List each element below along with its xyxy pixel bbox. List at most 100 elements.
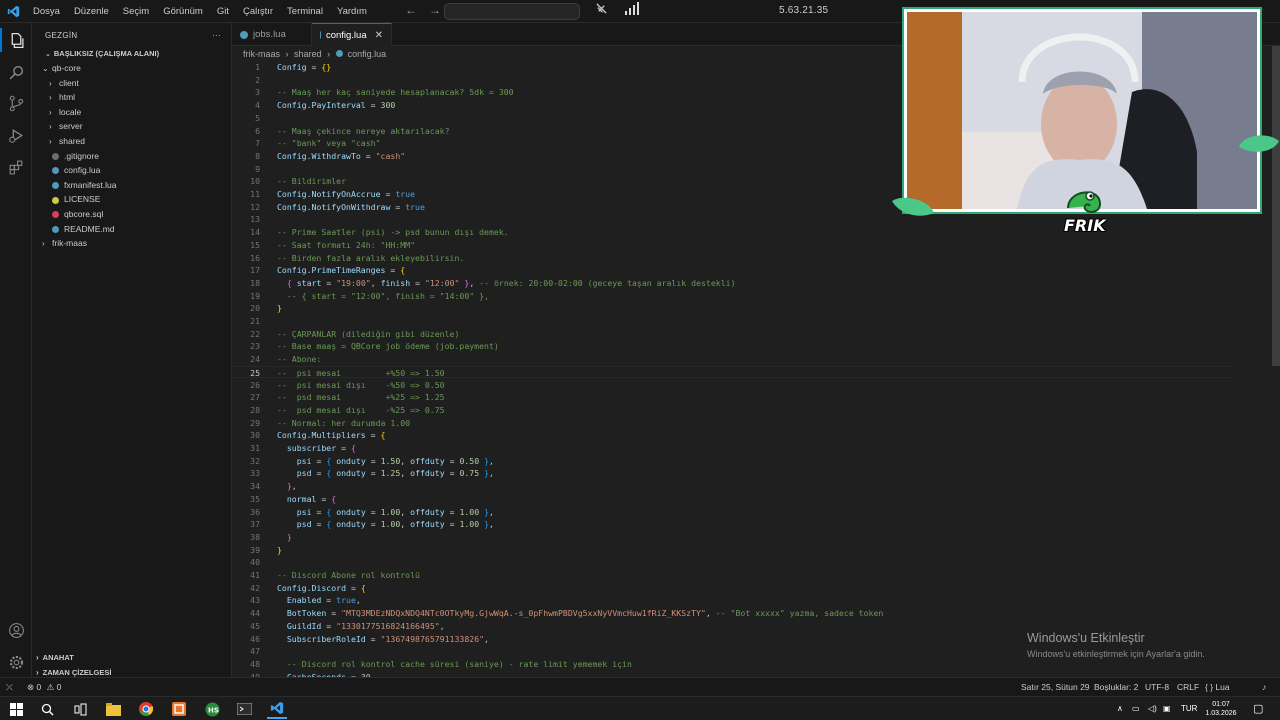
code-line: 26 -- psi mesai dışı -%50 => 0.50 — [232, 379, 1232, 392]
line-number: 6 — [255, 125, 260, 136]
code-line: 39} — [232, 544, 1232, 557]
code-line: 30 Config.Multipliers = { — [232, 429, 1232, 442]
tree-item[interactable]: README.md — [32, 222, 232, 237]
line-number: 26 — [250, 379, 260, 390]
file-md-icon — [52, 225, 59, 233]
tree-item[interactable]: › locale — [32, 105, 232, 120]
code-line: 18 { start = "19:00", finish = "12:00" }… — [232, 277, 1232, 290]
input-language[interactable]: TUR — [1181, 697, 1197, 720]
crossed-tool-icon[interactable] — [595, 2, 608, 18]
signal-bars-icon[interactable] — [624, 2, 639, 18]
account-icon[interactable] — [6, 620, 26, 640]
chevron-down-icon: ⌄ — [42, 64, 49, 73]
search-icon[interactable] — [6, 62, 26, 82]
chrome-icon[interactable] — [136, 699, 156, 719]
line-number: 42 — [250, 582, 260, 593]
back-arrow-icon[interactable]: ← — [405, 3, 417, 17]
extensions-icon[interactable] — [6, 157, 26, 177]
network-icon[interactable]: ▭ — [1132, 697, 1140, 720]
tray-chevron-icon[interactable]: ∧ — [1117, 697, 1123, 720]
active-indicator — [0, 28, 2, 52]
line-number: 36 — [250, 506, 260, 517]
tray-app-icon[interactable]: ▣ — [1163, 697, 1171, 720]
menu-item[interactable]: Git — [210, 0, 236, 23]
terminal-icon[interactable] — [234, 699, 254, 719]
volume-icon[interactable]: ◁) — [1148, 697, 1157, 720]
menu-item[interactable]: Görünüm — [156, 0, 210, 23]
tree-item[interactable]: › html — [32, 90, 232, 105]
lua-file-icon — [320, 31, 321, 39]
tab-config-lua[interactable]: config.lua ✕ — [312, 23, 392, 46]
indentation[interactable]: Boşluklar: 2 — [1094, 678, 1138, 696]
line-source: -- Bildirimler — [277, 176, 347, 187]
vertical-scrollbar[interactable] — [1272, 46, 1280, 366]
task-view-icon[interactable] — [70, 699, 90, 719]
menu-item[interactable]: Terminal — [280, 0, 330, 23]
language-mode[interactable]: { } Lua — [1205, 678, 1230, 696]
line-ending[interactable]: CRLF — [1177, 678, 1199, 696]
line-source: psi = { onduty = 1.00, offduty = 1.00 }, — [296, 506, 494, 517]
breadcrumb-file[interactable]: config.lua — [348, 49, 387, 59]
line-source: psi = { onduty = 1.50, offduty = 0.50 }, — [296, 455, 494, 466]
settings-gear-icon[interactable] — [6, 652, 26, 672]
explorer-files-icon[interactable] — [6, 30, 26, 50]
menu-item[interactable]: Çalıştır — [236, 0, 280, 23]
menu-item[interactable]: Yardım — [330, 0, 374, 23]
workspace-title[interactable]: ⌄ BAŞLIKSIZ (ÇALIŞMA ALANI) — [32, 47, 232, 61]
line-source: -- Saat formatı 24h: "HH:MM" — [277, 239, 416, 250]
menu-item[interactable]: Seçim — [116, 0, 156, 23]
error-count: 0 — [36, 682, 42, 692]
code-line: 32 psi = { onduty = 1.50, offduty = 0.50… — [232, 455, 1232, 468]
notifications-bell-icon[interactable]: ♪ — [1262, 678, 1266, 696]
windows-start-icon[interactable] — [6, 699, 26, 719]
tree-item[interactable]: fxmanifest.lua — [32, 178, 232, 193]
lua-file-icon — [240, 30, 248, 39]
app-hs-icon[interactable]: HS — [202, 699, 222, 719]
line-number: 3 — [255, 87, 260, 98]
taskbar-search-icon[interactable] — [37, 699, 57, 719]
tree-item[interactable]: › frik-maas — [32, 236, 232, 251]
tree-item[interactable]: › shared — [32, 134, 232, 149]
tree-item[interactable]: ⌄ qb-core — [32, 61, 232, 76]
problems-indicator[interactable]: ⊗ 0 ⚠ 0 — [27, 678, 61, 696]
source-control-icon[interactable] — [6, 93, 26, 113]
code-line: 42 Config.Discord = { — [232, 582, 1232, 595]
line-source: -- Base maaş = QBCore job ödeme (job.pay… — [277, 341, 499, 352]
tree-item[interactable]: config.lua — [32, 163, 232, 178]
line-number: 18 — [250, 277, 260, 288]
line-number: 39 — [250, 544, 260, 555]
tree-item-label: server — [59, 121, 83, 132]
forward-arrow-icon[interactable]: → — [429, 3, 441, 17]
file-explorer-icon[interactable] — [103, 699, 123, 719]
tab-jobs-lua[interactable]: jobs.lua — [232, 23, 312, 46]
line-source: } — [277, 544, 282, 555]
remote-indicator-icon[interactable]: ⤫ — [6, 678, 13, 696]
tab-label: config.lua — [325, 29, 367, 41]
tree-item[interactable]: LICENSE — [32, 192, 232, 207]
system-clock[interactable]: 01:07 1.03.2026 — [1200, 700, 1242, 718]
outline-section[interactable]: › ANAHAT — [32, 651, 232, 665]
tree-item-label: README.md — [64, 223, 115, 234]
menu-item[interactable]: Düzenle — [67, 0, 116, 23]
line-number: 35 — [250, 493, 260, 504]
tree-item[interactable]: qbcore.sql — [32, 207, 232, 222]
app-orange-icon[interactable] — [169, 699, 189, 719]
tree-item-label: frik-maas — [52, 238, 87, 249]
breadcrumb-folder[interactable]: frik-maas — [243, 49, 280, 59]
encoding[interactable]: UTF-8 — [1145, 678, 1169, 696]
tree-item[interactable]: › server — [32, 119, 232, 134]
line-number: 28 — [250, 404, 260, 415]
breadcrumb-folder[interactable]: shared — [294, 49, 322, 59]
run-debug-icon[interactable] — [6, 125, 26, 145]
vscode-taskbar-icon[interactable] — [267, 699, 287, 719]
cursor-position[interactable]: Satır 25, Sütun 29 — [1021, 678, 1090, 696]
tree-item[interactable]: .gitignore — [32, 149, 232, 164]
notification-center-icon[interactable]: ▢ — [1253, 697, 1263, 720]
tree-item[interactable]: › client — [32, 76, 232, 91]
code-line: 22 -- ÇARPANLAR (dilediğin gibi düzenle) — [232, 328, 1232, 341]
menu-item[interactable]: Dosya — [26, 0, 67, 23]
close-tab-icon[interactable]: ✕ — [375, 30, 383, 41]
file-lua-icon — [52, 167, 59, 175]
command-center-search[interactable] — [444, 3, 580, 20]
explorer-more-actions[interactable]: ··· — [212, 31, 221, 40]
